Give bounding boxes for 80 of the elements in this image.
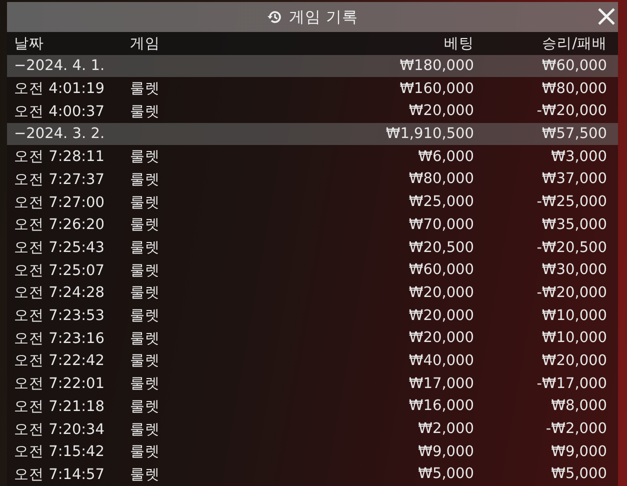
result-cell-text: ₩80,000 bbox=[540, 80, 607, 97]
result-cell-text: -₩20,500 bbox=[536, 240, 607, 256]
bet-cell-text: ₩20,500 bbox=[408, 240, 474, 256]
result-cell-text: ₩10,000 bbox=[540, 308, 607, 324]
game-cell-text: 룰렛 bbox=[130, 102, 161, 121]
time-cell-text: 오전 7:14:57 bbox=[14, 466, 106, 484]
time-cell-text: 오전 7:22:42 bbox=[14, 352, 106, 370]
bet-cell-text: ₩17,000 bbox=[408, 376, 474, 392]
history-icon bbox=[267, 9, 284, 25]
bet-cell-text: ₩25,000 bbox=[408, 194, 474, 210]
bet-cell-text: ₩6,000 bbox=[417, 148, 474, 165]
bet-cell-text: ₩9,000 bbox=[417, 444, 474, 460]
bet-cell-text: ₩20,000 bbox=[408, 103, 474, 120]
game-cell-text: 룰렛 bbox=[130, 398, 161, 416]
bet-cell-text: ₩40,000 bbox=[408, 352, 474, 369]
result-cell-text: ₩35,000 bbox=[540, 216, 607, 233]
game-cell-text: 룰렛 bbox=[130, 80, 161, 98]
time-cell-text: 오전 7:25:43 bbox=[14, 239, 106, 258]
time-cell-text: 오전 7:27:37 bbox=[14, 170, 106, 189]
bet-cell-text: ₩20,000 bbox=[408, 308, 474, 324]
result-cell-text: ₩3,000 bbox=[550, 148, 607, 165]
game-cell-text: 룰렛 bbox=[130, 284, 161, 302]
result-cell-text: ₩9,000 bbox=[550, 444, 607, 460]
result-cell-text: ₩5,000 bbox=[550, 466, 607, 482]
bet-cell-text: ₩60,000 bbox=[408, 262, 474, 278]
window-title: 게임 기록 bbox=[289, 6, 358, 28]
close-button[interactable] bbox=[597, 7, 616, 26]
time-cell-text: 오전 7:21:18 bbox=[14, 398, 106, 416]
time-cell-text: 오전 7:28:11 bbox=[14, 148, 106, 166]
game-cell-text: 룰렛 bbox=[130, 420, 161, 439]
time-cell-text: 오전 7:26:20 bbox=[14, 216, 106, 234]
result-cell-text: ₩30,000 bbox=[540, 262, 607, 278]
game-cell-text: 룰렛 bbox=[130, 262, 161, 280]
game-cell-text: 룰렛 bbox=[130, 443, 161, 462]
result-cell-text: ₩20,000 bbox=[540, 352, 607, 369]
time-cell-text: 오전 7:23:53 bbox=[14, 307, 106, 326]
close-icon bbox=[597, 7, 616, 26]
time-cell-text: 오전 7:23:16 bbox=[14, 330, 106, 348]
time-cell-text: 오전 4:01:19 bbox=[14, 80, 106, 98]
result-cell-text: ₩8,000 bbox=[550, 398, 607, 414]
result-total: ₩57,500 bbox=[540, 126, 607, 142]
bet-cell-text: ₩80,000 bbox=[408, 171, 474, 188]
column-header: 게임 bbox=[130, 34, 161, 53]
result-cell-text: -₩17,000 bbox=[536, 376, 607, 392]
bet-total: ₩180,000 bbox=[398, 58, 474, 74]
time-cell-text: 오전 7:22:01 bbox=[14, 375, 106, 394]
bet-cell-text: ₩70,000 bbox=[408, 216, 474, 233]
game-cell-text: 룰렛 bbox=[130, 216, 161, 234]
game-cell-text: 룰렛 bbox=[130, 170, 161, 189]
game-cell-text: 룰렛 bbox=[130, 148, 161, 166]
time-cell-text: 오전 7:24:28 bbox=[14, 284, 106, 302]
result-cell-text: -₩25,000 bbox=[536, 194, 607, 210]
bet-cell-text: ₩160,000 bbox=[398, 80, 474, 97]
result-cell-text: -₩2,000 bbox=[544, 421, 607, 438]
bet-cell-text: ₩2,000 bbox=[417, 421, 474, 438]
time-cell-text: 오전 7:27:00 bbox=[14, 194, 106, 212]
bet-cell-text: ₩20,000 bbox=[408, 330, 474, 346]
game-cell-text: 룰렛 bbox=[130, 239, 161, 258]
time-cell-text: 오전 7:20:34 bbox=[14, 420, 106, 439]
time-cell-text: 오전 7:25:07 bbox=[14, 262, 106, 280]
time-cell-text: 오전 4:00:37 bbox=[14, 102, 106, 121]
bet-cell-text: ₩16,000 bbox=[408, 398, 474, 414]
result-cell-text: -₩20,000 bbox=[536, 103, 607, 120]
result-total: ₩60,000 bbox=[540, 58, 607, 74]
bet-cell-text: ₩20,000 bbox=[408, 284, 474, 301]
time-cell-text: 오전 7:15:42 bbox=[14, 443, 106, 462]
game-cell-text: 룰렛 bbox=[130, 307, 161, 326]
bet-total: ₩1,910,500 bbox=[384, 126, 474, 142]
game-cell-text: 룰렛 bbox=[130, 194, 161, 212]
bet-cell-text: ₩5,000 bbox=[417, 466, 474, 482]
game-cell-text: 룰렛 bbox=[130, 352, 161, 370]
game-cell-text: 룰렛 bbox=[130, 466, 161, 484]
result-cell-text: -₩20,000 bbox=[536, 284, 607, 301]
column-header: 승리/패배 bbox=[541, 34, 607, 53]
result-cell-text: ₩37,000 bbox=[540, 171, 607, 188]
column-header: 베팅 bbox=[443, 34, 474, 53]
game-cell-text: 룰렛 bbox=[130, 375, 161, 394]
column-header: 날짜 bbox=[14, 34, 45, 53]
result-cell-text: ₩10,000 bbox=[540, 330, 607, 346]
game-cell-text: 룰렛 bbox=[130, 330, 161, 348]
